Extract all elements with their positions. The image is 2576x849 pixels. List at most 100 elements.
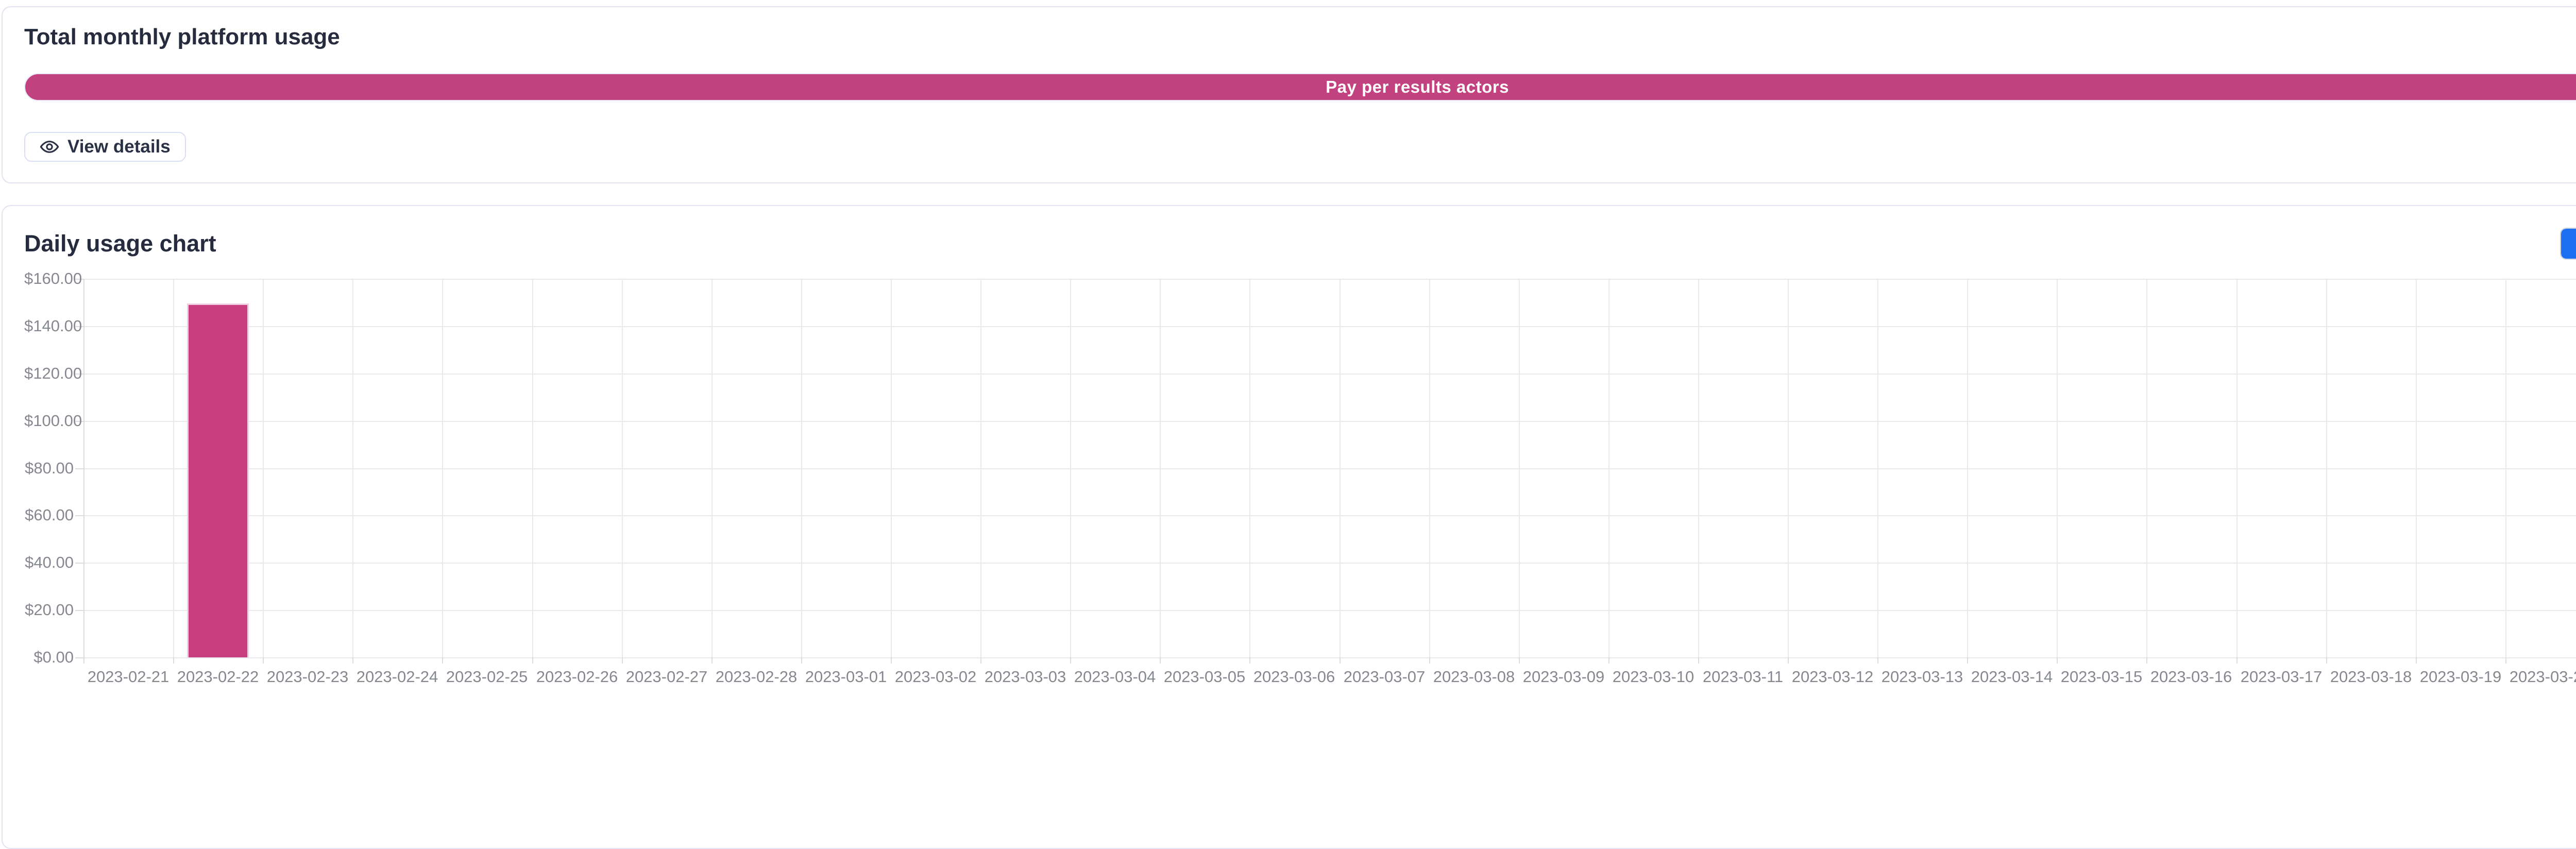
monthly-usage-card: Total monthly platform usage $150.00 Pay… — [2, 6, 2576, 183]
x-axis-tick — [352, 657, 353, 664]
x-axis-label: 2023-03-15 — [2057, 669, 2146, 685]
x-axis-tick — [442, 657, 443, 664]
y-gridline — [83, 468, 2576, 469]
y-axis-label: $100.00 — [24, 413, 74, 429]
x-axis-tick — [622, 657, 623, 664]
x-gridline — [1340, 279, 1341, 657]
x-gridline — [1967, 279, 1968, 657]
x-axis-label: 2023-02-25 — [442, 669, 532, 685]
x-axis-label: 2023-02-22 — [173, 669, 263, 685]
x-axis-tick — [980, 657, 981, 664]
x-axis-tick — [2416, 657, 2417, 664]
daily-usage-plot[interactable]: $0.00 $20.00 $40.00 $60.00 $80.00 $100.00 $120… — [24, 279, 2576, 696]
chart-row: $0.00 $20.00 $40.00 $60.00 $80.00 $100.00 $120… — [24, 279, 2576, 696]
x-axis-label: 2023-03-14 — [1967, 669, 2057, 685]
x-axis-label: 2023-03-17 — [2236, 669, 2326, 685]
x-axis-tick — [1249, 657, 1250, 664]
x-gridline — [1519, 279, 1520, 657]
x-axis-tick — [891, 657, 892, 664]
y-axis-label: $120.00 — [24, 365, 74, 382]
chart-bar-2023-02-22[interactable] — [187, 303, 249, 657]
x-gridline — [442, 279, 443, 657]
x-gridline — [1070, 279, 1071, 657]
x-axis-label: 2023-02-21 — [83, 669, 173, 685]
x-axis-tick — [711, 657, 713, 664]
x-axis-label: 2023-03-08 — [1429, 669, 1519, 685]
x-axis-label: 2023-03-02 — [891, 669, 980, 685]
chart-header: Daily usage chart Absolute Cumulative — [24, 228, 2576, 260]
chart-title: Daily usage chart — [24, 231, 216, 257]
x-axis-tick — [532, 657, 533, 664]
x-axis-tick — [801, 657, 802, 664]
y-axis-label: $160.00 — [24, 270, 74, 287]
y-axis-tick — [75, 610, 83, 611]
y-axis-tick — [75, 657, 83, 658]
x-gridline — [891, 279, 892, 657]
y-axis-tick — [75, 468, 83, 469]
x-axis-label: 2023-03-05 — [1160, 669, 1249, 685]
y-axis-label: $20.00 — [24, 602, 74, 618]
x-gridline — [173, 279, 174, 657]
x-axis-label: 2023-03-09 — [1519, 669, 1608, 685]
x-gridline — [1698, 279, 1699, 657]
y-gridline — [83, 563, 2576, 564]
y-axis-tick — [75, 563, 83, 564]
usage-progress-bar: Pay per results actors — [24, 73, 2576, 101]
x-gridline — [980, 279, 981, 657]
x-axis-label: 2023-02-24 — [352, 669, 442, 685]
x-gridline — [532, 279, 533, 657]
x-axis-tick — [2146, 657, 2147, 664]
chart-mode-toggle: Absolute Cumulative — [2560, 228, 2576, 260]
x-axis-tick — [263, 657, 264, 664]
y-gridline — [83, 515, 2576, 516]
x-gridline — [1877, 279, 1878, 657]
x-axis-tick — [1877, 657, 1878, 664]
x-axis-tick — [1160, 657, 1161, 664]
usage-progress-label: Pay per results actors — [1326, 77, 1509, 97]
y-gridline — [83, 657, 2576, 658]
x-gridline — [263, 279, 264, 657]
x-axis-label: 2023-03-01 — [801, 669, 891, 685]
y-gridline — [83, 279, 2576, 280]
x-axis-label: 2023-03-07 — [1340, 669, 1429, 685]
x-axis-tick — [83, 657, 84, 664]
x-gridline — [711, 279, 713, 657]
x-axis-tick — [1429, 657, 1430, 664]
y-axis-line — [83, 279, 84, 657]
usage-card-title: Total monthly platform usage — [24, 25, 340, 49]
x-axis-tick — [1519, 657, 1520, 664]
x-axis-tick — [1608, 657, 1609, 664]
y-axis-label: $80.00 — [24, 460, 74, 477]
tab-absolute[interactable]: Absolute — [2561, 229, 2576, 259]
x-gridline — [801, 279, 802, 657]
y-axis-label: $60.00 — [24, 507, 74, 523]
x-gridline — [1249, 279, 1250, 657]
y-axis-label: $0.00 — [24, 649, 74, 666]
x-axis-label: 2023-03-11 — [1698, 669, 1788, 685]
eye-icon — [40, 137, 59, 157]
x-axis-tick — [1967, 657, 1968, 664]
x-axis-tick — [2057, 657, 2058, 664]
x-axis-label: 2023-02-28 — [711, 669, 801, 685]
x-axis-label: 2023-02-26 — [532, 669, 622, 685]
x-axis-label: 2023-03-10 — [1608, 669, 1698, 685]
x-axis-tick — [2236, 657, 2238, 664]
x-axis-label: 2023-03-12 — [1788, 669, 1877, 685]
x-gridline — [2416, 279, 2417, 657]
x-gridline — [2236, 279, 2238, 657]
view-details-button[interactable]: View details — [24, 132, 186, 162]
y-axis-label: $40.00 — [24, 554, 74, 571]
billing-page: Total monthly platform usage $150.00 Pay… — [0, 0, 2576, 849]
x-gridline — [1608, 279, 1609, 657]
usage-header: Total monthly platform usage $150.00 — [24, 25, 2576, 49]
x-axis-label: 2023-02-27 — [622, 669, 711, 685]
x-axis-tick — [1788, 657, 1789, 664]
x-gridline — [2505, 279, 2506, 657]
y-axis-tick — [75, 515, 83, 516]
x-axis-label: 2023-03-03 — [980, 669, 1070, 685]
x-axis-tick — [2505, 657, 2506, 664]
x-gridline — [1788, 279, 1789, 657]
y-gridline — [83, 421, 2576, 422]
x-axis-label: 2023-03-18 — [2326, 669, 2416, 685]
x-axis-label: 2023-02-23 — [263, 669, 352, 685]
